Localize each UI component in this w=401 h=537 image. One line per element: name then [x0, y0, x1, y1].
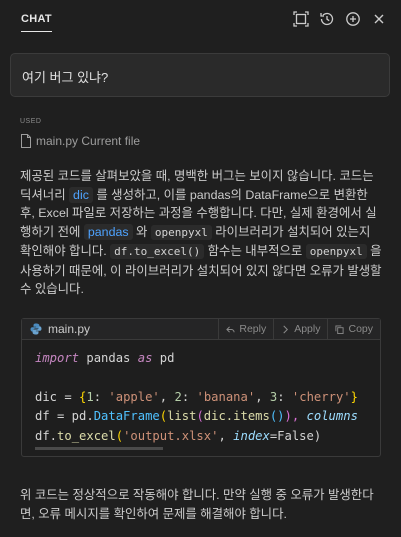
reply-icon [226, 325, 235, 333]
copy-icon [335, 324, 345, 334]
code-token: dic = [35, 389, 80, 404]
reply-button[interactable]: Reply [218, 319, 273, 339]
code-token: 3 [269, 389, 278, 404]
python-icon [30, 323, 42, 335]
code-block-actions: Reply Apply Copy [218, 319, 380, 339]
used-context-file[interactable]: main.py Current file [20, 134, 140, 148]
code-token: =False) [269, 428, 322, 443]
assistant-answer-paragraph: 제공된 코드를 살펴보았을 때, 명백한 버그는 보이지 않습니다. 코드는 딕… [20, 167, 382, 299]
code-token: 1 [86, 389, 94, 404]
code-token: index [233, 428, 270, 443]
inline-code-openpyxl: openpyxl [305, 244, 367, 259]
code-token: pandas [79, 351, 138, 365]
apply-icon [283, 325, 289, 333]
chat-tab-title[interactable]: CHAT [21, 7, 52, 32]
code-block: main.py Reply Apply Copy import pandas a… [21, 318, 381, 457]
code-token: 'output.xlsx' [123, 428, 219, 443]
code-content[interactable]: import pandas as pd dic = {1: 'apple', 2… [35, 349, 370, 446]
answer-text: 와 [132, 224, 151, 239]
code-token: 'apple' [108, 389, 160, 404]
reply-label: Reply [239, 323, 267, 335]
answer-text: 함수는 내부적으로 [204, 244, 306, 258]
file-icon [21, 134, 31, 148]
code-token: as [137, 351, 153, 365]
close-icon[interactable] [370, 11, 387, 28]
apply-label: Apply [294, 323, 321, 335]
code-token: dic.items [203, 409, 270, 424]
apply-button[interactable]: Apply [273, 319, 327, 339]
code-token: DataFrame [93, 409, 160, 424]
code-token: 2 [174, 389, 182, 404]
user-message-text: 여기 버그 있냐? [22, 70, 109, 85]
inline-code-dic: dic [69, 186, 93, 203]
code-horizontal-scrollbar[interactable] [35, 447, 163, 450]
code-token: } [350, 389, 358, 404]
code-token: to_excel [57, 428, 116, 443]
copy-label: Copy [348, 323, 373, 335]
code-token: 'cherry' [291, 389, 351, 404]
code-block-filename: main.py [30, 322, 90, 336]
inline-code-openpyxl: openpyxl [150, 224, 212, 240]
code-token: ), [284, 409, 307, 424]
code-token: columns [306, 409, 358, 424]
code-token: 'banana' [196, 389, 256, 404]
used-file-suffix: Current file [78, 134, 141, 148]
code-token: pd [152, 351, 175, 365]
used-context-label: USED [20, 118, 42, 125]
user-message: 여기 버그 있냐? [10, 53, 390, 97]
code-token: ( [196, 409, 204, 424]
code-token: ( [115, 428, 124, 443]
code-token: list [167, 409, 197, 424]
expand-icon[interactable] [292, 11, 309, 28]
code-token: df = pd. [35, 409, 94, 424]
code-token: , [218, 428, 234, 443]
chat-header: CHAT [0, 0, 401, 38]
header-actions [292, 11, 387, 28]
code-block-header: main.py Reply Apply Copy [22, 319, 380, 340]
code-token: df. [35, 428, 58, 443]
history-icon[interactable] [318, 11, 335, 28]
used-file-name: main.py [36, 134, 79, 148]
code-token: () [269, 409, 285, 424]
copy-button[interactable]: Copy [327, 319, 380, 339]
code-block-filename-text: main.py [48, 322, 91, 336]
assistant-answer-paragraph-2: 위 코드는 정상적으로 작동해야 합니다. 만약 실행 중 오류가 발생한다면,… [20, 488, 374, 521]
new-chat-icon[interactable] [344, 11, 361, 28]
code-token: ( [159, 409, 168, 424]
inline-code-to-excel: df.to_excel() [110, 244, 205, 259]
inline-code-pandas: pandas [83, 223, 133, 240]
code-token: import [35, 351, 80, 365]
